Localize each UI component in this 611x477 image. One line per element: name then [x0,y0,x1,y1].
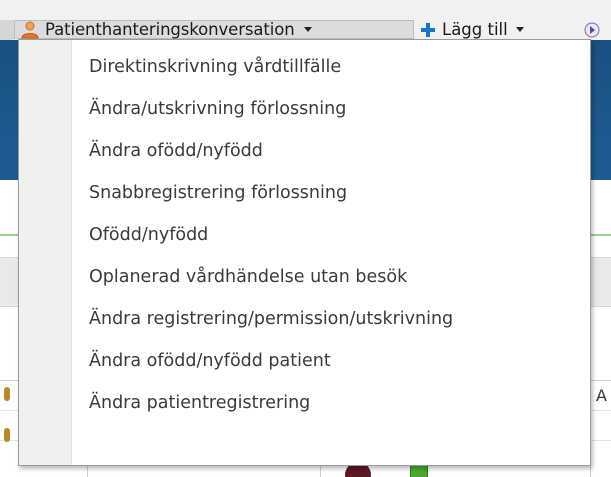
toolbar-edge [0,20,14,40]
menu-item-label: Ändra ofödd/nyfödd patient [89,351,331,371]
conversation-menu: Direktinskrivning vårdtillfälle Ändra/ut… [18,39,591,466]
menu-item-andra-patientregistrering[interactable]: Ändra patientregistrering [19,382,590,424]
row-marker [4,428,10,442]
menu-item-oplanerad-vardhandelse[interactable]: Oplanerad vårdhändelse utan besök [19,256,590,298]
menu-item-label: Ändra registrering/permission/utskrivnin… [89,309,454,329]
row-marker [4,387,10,401]
menu-item-label: Ändra/utskrivning förlossning [89,99,347,119]
add-label: Lägg till [442,20,508,39]
menu-item-andra-ofodd-nyfodd[interactable]: Ändra ofödd/nyfödd [19,130,590,172]
menu-item-andra-registrering[interactable]: Ändra registrering/permission/utskrivnin… [19,298,590,340]
menu-item-snabbregistrering[interactable]: Snabbregistrering förlossning [19,172,590,214]
menu-item-label: Direktinskrivning vårdtillfälle [89,57,342,77]
chevron-down-icon [515,27,524,32]
menu-item-label: Ändra ofödd/nyfödd [89,141,263,161]
menu-item-direktinskrivning[interactable]: Direktinskrivning vårdtillfälle [19,46,590,88]
menu-item-andra-utskrivning-forlossning[interactable]: Ändra/utskrivning förlossning [19,88,590,130]
plus-icon [421,22,435,37]
more-icon[interactable] [584,22,600,38]
menu-item-ofodd-nyfodd[interactable]: Ofödd/nyfödd [19,214,590,256]
toolbar: Patienthanteringskonversation Lägg till [0,0,611,41]
grid-column-header[interactable]: A [596,386,607,405]
menu-item-andra-ofodd-nyfodd-patient[interactable]: Ändra ofödd/nyfödd patient [19,340,590,382]
menu-item-label: Oplanerad vårdhändelse utan besök [89,267,408,287]
chevron-down-icon [303,27,312,32]
menu-item-label: Ändra patientregistrering [89,393,311,413]
person-icon [21,21,39,38]
conversation-label: Patienthanteringskonversation [45,20,295,39]
add-dropdown-button[interactable]: Lägg till [420,20,524,39]
menu-item-label: Snabbregistrering förlossning [89,183,348,203]
menu-item-label: Ofödd/nyfödd [89,225,209,245]
conversation-dropdown-button[interactable]: Patienthanteringskonversation [14,20,414,39]
